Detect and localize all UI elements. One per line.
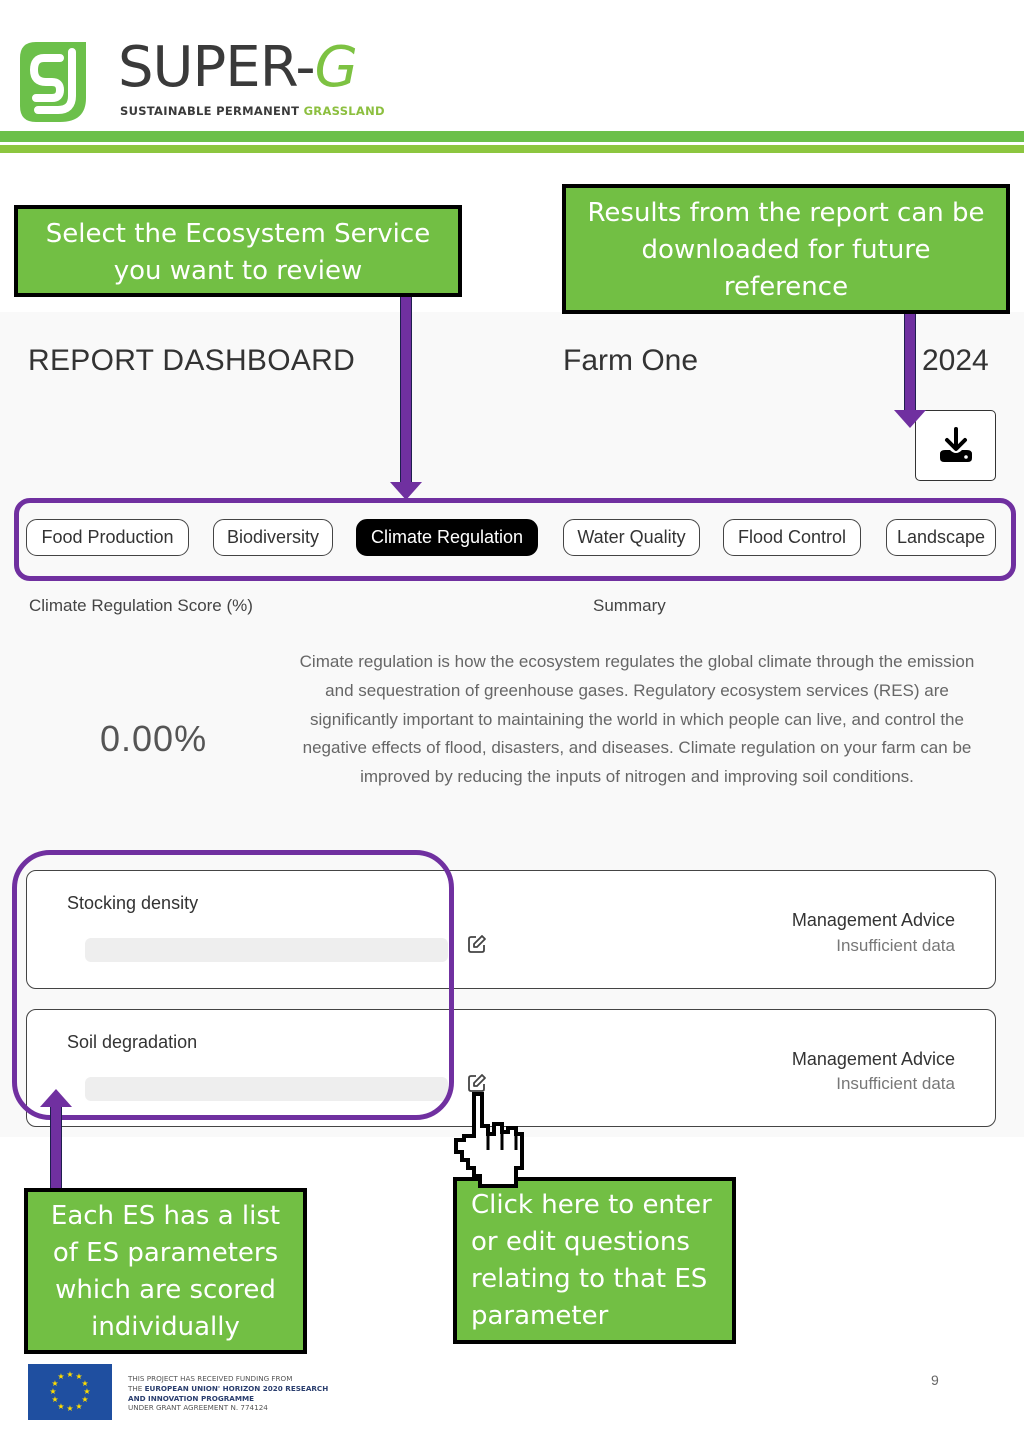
- super-g-logo-icon: [16, 38, 92, 126]
- edit-icon: [468, 935, 486, 953]
- svg-text:★: ★: [51, 1395, 58, 1404]
- management-advice-value: Insufficient data: [836, 936, 955, 955]
- eu-flag-icon: ★ ★ ★ ★ ★ ★ ★ ★ ★ ★ ★ ★: [28, 1364, 112, 1420]
- arrow-to-tabs: [400, 294, 412, 484]
- brand-title: SUPER-G: [118, 35, 358, 100]
- management-advice-title: Management Advice: [791, 1049, 955, 1069]
- arrow-to-parameters: [50, 1106, 62, 1190]
- management-advice-title: Management Advice: [791, 910, 955, 930]
- download-button[interactable]: [915, 410, 996, 481]
- svg-text:★: ★: [57, 1372, 64, 1381]
- hand-pointer-icon: [454, 1092, 524, 1188]
- callout-select-es: Select the Ecosystem Service you want to…: [14, 205, 462, 297]
- score-label: Climate Regulation Score (%): [29, 596, 253, 615]
- page-number: 9: [931, 1372, 939, 1388]
- callout-edit: Click here to enter or edit questions re…: [453, 1177, 736, 1344]
- arrow-head-icon: [40, 1089, 72, 1107]
- header-stripe: [0, 145, 1024, 153]
- page-title: REPORT DASHBOARD: [28, 344, 356, 377]
- edit-button[interactable]: [467, 934, 487, 954]
- score-value: 0.00%: [100, 718, 208, 759]
- arrow-to-download: [904, 312, 916, 412]
- download-icon: [939, 426, 972, 462]
- parameters-highlight-frame: [12, 850, 454, 1120]
- callout-parameters: Each ES has a list of ES parameters whic…: [24, 1188, 307, 1354]
- report-year: 2024: [922, 344, 989, 377]
- svg-text:★: ★: [49, 1387, 56, 1396]
- brand-tagline: SUSTAINABLE PERMANENT GRASSLAND: [120, 104, 385, 118]
- svg-text:★: ★: [75, 1402, 82, 1411]
- header-stripe: [0, 131, 1024, 142]
- callout-download: Results from the report can be downloade…: [562, 184, 1010, 314]
- farm-name: Farm One: [563, 344, 699, 377]
- management-advice-value: Insufficient data: [836, 1074, 955, 1093]
- funding-statement: THIS PROJECT HAS RECEIVED FUNDING FROM T…: [128, 1374, 329, 1413]
- summary-text: Cimate regulation is how the ecosystem r…: [299, 652, 975, 787]
- svg-text:★: ★: [66, 1370, 73, 1379]
- arrow-head-icon: [894, 410, 926, 428]
- summary-label: Summary: [593, 596, 666, 615]
- arrow-head-icon: [390, 482, 422, 500]
- svg-text:★: ★: [66, 1404, 73, 1413]
- tabs-highlight-frame: [14, 498, 1016, 581]
